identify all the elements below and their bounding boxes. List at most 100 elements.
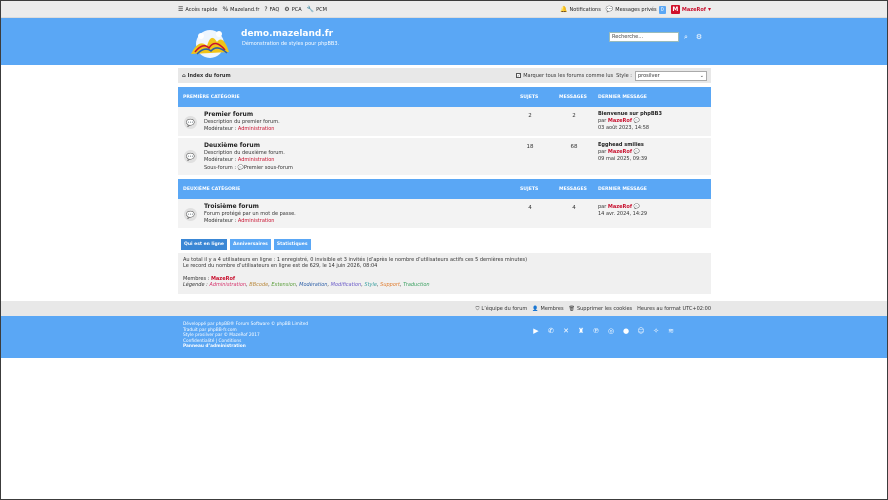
github-icon[interactable]: ● — [621, 326, 631, 336]
chevron-down-icon: ⌄ — [699, 72, 704, 79]
pm-count-badge: 0 — [658, 5, 666, 14]
private-messages-link[interactable]: 💬 Messages privés 0 — [605, 5, 666, 14]
team-link[interactable]: ⛉ L’équipe du forum — [476, 306, 528, 312]
last-post-user[interactable]: MazeRof — [608, 204, 632, 210]
tab-birthdays[interactable]: Anniversaires — [229, 239, 271, 250]
hamburger-icon: ☰ — [178, 5, 184, 13]
search-icon: ⌕ — [684, 32, 688, 41]
top-navbar: ☰ Accès rapide % Mazeland.fr ? FAQ ⚙ PCA 🔧 PC… — [1, 1, 887, 18]
legend-item[interactable]: Extension — [271, 282, 296, 288]
pca-link[interactable]: ⚙ PCA — [284, 5, 301, 13]
style-select[interactable]: prosilver ⌄ — [635, 70, 707, 81]
shield-icon: ⛉ — [475, 305, 480, 312]
forum-read-icon: 💬 — [184, 116, 197, 129]
last-post-user[interactable]: MazeRof — [608, 149, 632, 155]
pcm-link[interactable]: 🔧 PCM — [306, 5, 327, 13]
legend-item[interactable]: BBcode — [249, 282, 268, 288]
site-link[interactable]: % Mazeland.fr — [222, 5, 259, 13]
category-header: DEUXIÈME CATÉGORIE SUJETS MESSAGES DERNI… — [178, 179, 711, 199]
forum-row: 💬 Premier forum Description du premier f… — [178, 107, 711, 137]
category-title[interactable]: PREMIÈRE CATÉGORIE — [183, 95, 240, 100]
browser-frame: ☰ Accès rapide % Mazeland.fr ? FAQ ⚙ PCA 🔧 PC… — [1, 1, 887, 499]
x-icon[interactable]: ✕ — [561, 326, 571, 336]
rss-icon[interactable]: ≋ — [666, 326, 676, 336]
forum-title[interactable]: Deuxième forum — [204, 142, 260, 149]
online-member-link[interactable]: MazeRof — [211, 276, 235, 282]
advanced-search-button[interactable]: ⚙ — [694, 32, 704, 42]
moderator-link[interactable]: Administration — [238, 218, 275, 224]
delete-cookies-link[interactable]: 🗑 Supprimer les cookies — [569, 306, 633, 312]
legend-item[interactable]: Modification — [331, 282, 362, 288]
footer-navbar: ⛉ L’équipe du forum 👤 Membres 🗑 Supprimer l… — [1, 301, 887, 316]
check-icon: ✓ — [516, 73, 522, 78]
bell-icon: 🔔 — [560, 5, 568, 13]
category-header: PREMIÈRE CATÉGORIE SUJETS MESSAGES DERNI… — [178, 87, 711, 107]
stats-tabs: Qui est en ligne Anniversaires Statistiq… — [181, 239, 311, 250]
view-post-icon[interactable]: 💬 — [634, 149, 640, 155]
social-links: ▶ ✆ ✕ ♜ ℗ ◎ ● ☺ ✧ ≋ — [531, 326, 676, 336]
forum-title[interactable]: Premier forum — [204, 111, 253, 118]
site-title[interactable]: demo.mazeland.fr — [241, 29, 333, 39]
legend-item[interactable]: Traduction — [403, 282, 429, 288]
search-input[interactable]: Recherche… — [609, 32, 679, 42]
last-post-title[interactable]: Bienvenue sur phpBB3 — [598, 111, 662, 117]
moderator-link[interactable]: Administration — [238, 157, 275, 163]
wrench-icon: 🔧 — [306, 5, 315, 13]
home-icon: ⌂ — [182, 72, 186, 79]
mark-read-link[interactable]: ✓ Marquer tous les forums comme lus — [516, 73, 613, 79]
snapchat-icon[interactable]: ♜ — [576, 326, 586, 336]
forum-row: 💬 Troisième forum Forum protégé par un m… — [178, 199, 711, 229]
forum-read-icon: 💬 — [184, 208, 197, 221]
discord-icon[interactable]: ☺ — [636, 326, 646, 336]
notifications-link[interactable]: 🔔 Notifications — [560, 5, 601, 13]
style-label: Style : — [616, 72, 632, 79]
youtube-icon[interactable]: ▶ — [531, 326, 541, 336]
tab-who-is-online[interactable]: Qui est en ligne — [181, 239, 227, 250]
legend-item[interactable]: Modération — [299, 282, 327, 288]
last-post-user[interactable]: MazeRof — [608, 118, 632, 124]
quick-access-menu[interactable]: ☰ Accès rapide — [178, 5, 217, 13]
question-icon: ? — [264, 5, 268, 13]
faq-link[interactable]: ? FAQ — [264, 5, 279, 13]
site-header: demo.mazeland.fr Démonstration de styles… — [1, 18, 887, 65]
footer-credits: Développé par phpBB® Forum Software © ph… — [183, 322, 309, 350]
instagram-icon[interactable]: ◎ — [606, 326, 616, 336]
pinterest-icon[interactable]: ℗ — [591, 326, 601, 336]
view-post-icon[interactable]: 💬 — [634, 204, 640, 210]
users-icon: 👤 — [532, 305, 539, 312]
gear-icon: ⚙ — [695, 33, 703, 41]
legend-item[interactable]: Support — [380, 282, 400, 288]
admin-panel-link[interactable]: Panneau d’administration — [183, 344, 308, 350]
search-button[interactable]: ⌕ — [681, 32, 691, 42]
online-stats-panel: Au total il y a 4 utilisateurs en ligne … — [178, 253, 711, 294]
link-icon: % — [222, 5, 229, 13]
legend-item[interactable]: Administration — [209, 282, 246, 288]
whatsapp-icon[interactable]: ✆ — [546, 326, 556, 336]
trash-icon: 🗑 — [568, 305, 575, 312]
forum-title[interactable]: Troisième forum — [204, 203, 259, 210]
legend-item[interactable]: Style — [364, 282, 377, 288]
user-menu[interactable]: M MazeRof ▾ — [670, 5, 711, 14]
avatar: M — [670, 5, 680, 14]
forum-read-icon: 💬 — [184, 150, 197, 163]
tab-statistics[interactable]: Statistiques — [273, 239, 311, 250]
members-link[interactable]: 👤 Membres — [532, 306, 563, 312]
username: MazeRof — [681, 6, 706, 13]
forum-row: 💬 Deuxième forum Description du deuxième… — [178, 138, 711, 176]
site-logo[interactable] — [185, 24, 235, 60]
breadcrumb[interactable]: ⌂ Index du forum — [182, 73, 231, 79]
site-footer: Développé par phpBB® Forum Software © ph… — [1, 316, 887, 358]
subforum-link[interactable]: Premier sous-forum — [244, 165, 293, 171]
last-post-title[interactable]: Egghead smilies — [598, 142, 644, 148]
caret-down-icon: ▾ — [707, 5, 711, 13]
moderator-link[interactable]: Administration — [238, 126, 275, 132]
breadcrumb-bar: ⌂ Index du forum ✓ Marquer tous les forums… — [178, 68, 711, 83]
page-empty-area — [1, 358, 887, 499]
site-description: Démonstration de styles pour phpBB3. — [242, 41, 340, 47]
view-post-icon[interactable]: 💬 — [634, 118, 640, 124]
timezone-label: Heures au format UTC+02:00 — [637, 305, 711, 312]
chat-icon: 💬 — [605, 5, 614, 13]
gears-icon: ⚙ — [284, 5, 290, 13]
bluesky-icon[interactable]: ✧ — [651, 326, 661, 336]
category-title[interactable]: DEUXIÈME CATÉGORIE — [183, 187, 240, 192]
